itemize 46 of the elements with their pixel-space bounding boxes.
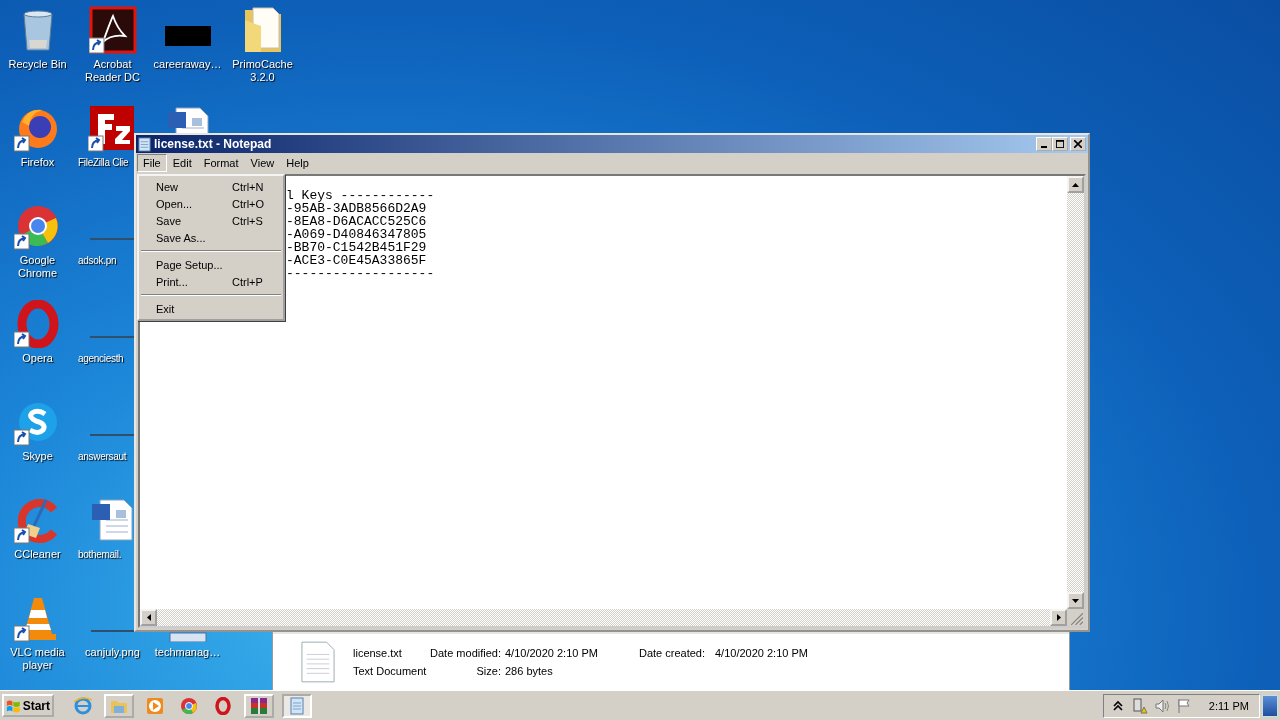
menu-item[interactable]: Edit: [166, 153, 198, 172]
text-line: -BB70-C1542B451F29: [286, 241, 428, 254]
desktop-icon-label[interactable]: Skype: [22, 450, 53, 463]
desktop-icon-label[interactable]: canjuly.png: [85, 646, 140, 659]
desktop-icon-label[interactable]: CCleaner: [14, 548, 61, 561]
menu-item[interactable]: Help: [280, 153, 315, 172]
menu-command[interactable]: Open... Ctrl+O: [139, 195, 283, 212]
date-created-value: 4/10/2020 2:10 PM: [715, 647, 808, 659]
clock[interactable]: 2:11 PM: [1208, 699, 1249, 712]
desktop-icon-label[interactable]: agenciesth: [78, 352, 124, 365]
date-created-label: Date created:: [639, 647, 707, 659]
desktop-icon-label[interactable]: bothemail.: [78, 548, 122, 561]
desktop-icon-label[interactable]: Google Chrome: [1, 254, 74, 280]
window-title: license.txt - Notepad: [154, 137, 273, 151]
size-value: 286 bytes: [505, 665, 554, 677]
desktop-icon-label[interactable]: answersaut: [78, 450, 127, 463]
text-line: l Keys ------------: [286, 189, 436, 202]
desktop-icon-label[interactable]: careeraway…: [153, 58, 222, 71]
text-line: -ACE3-C0E45A33865F: [286, 254, 428, 267]
file-name: license.txt: [353, 647, 403, 659]
menu-command[interactable]: Save Ctrl+S: [139, 212, 283, 229]
text-line: -95AB-3ADB8566D2A9: [286, 202, 428, 215]
desktop-icon-label[interactable]: Recycle Bin: [8, 58, 67, 71]
menu-item[interactable]: View: [244, 153, 281, 172]
text-line: -------------------: [286, 267, 436, 280]
date-modified-label: Date modified:: [429, 647, 502, 659]
text-line: -A069-D40846347805: [286, 228, 428, 241]
menu-command[interactable]: Exit: [139, 300, 283, 317]
desktop-icon-label[interactable]: adsok.pn: [78, 254, 117, 267]
desktop-icon-label[interactable]: Acrobat Reader DC: [76, 58, 149, 84]
desktop-icon-label[interactable]: Firefox: [20, 156, 55, 169]
desktop-icon-label[interactable]: Opera: [22, 352, 53, 365]
menu-command[interactable]: Save As...: [139, 229, 283, 246]
menu-item[interactable]: File: [137, 153, 167, 172]
date-modified-value: 4/10/2020 2:10 PM: [505, 647, 599, 659]
start-button[interactable]: Start: [2, 694, 54, 717]
desktop-icon-label[interactable]: FileZilla Clie: [78, 156, 129, 169]
menu-command[interactable]: New Ctrl+N: [139, 178, 283, 195]
text-line: -8EA8-D6ACACC525C6: [286, 215, 428, 228]
menu-command[interactable]: Page Setup...: [139, 256, 283, 273]
size-label: Size:: [475, 665, 502, 677]
menu-command[interactable]: Print... Ctrl+P: [139, 273, 283, 290]
menu-item[interactable]: Format: [197, 153, 245, 172]
file-type: Text Document: [353, 665, 428, 677]
desktop-icon-label[interactable]: PrimoCache 3.2.0: [226, 58, 299, 84]
desktop-icon-label[interactable]: VLC media player: [1, 646, 74, 672]
